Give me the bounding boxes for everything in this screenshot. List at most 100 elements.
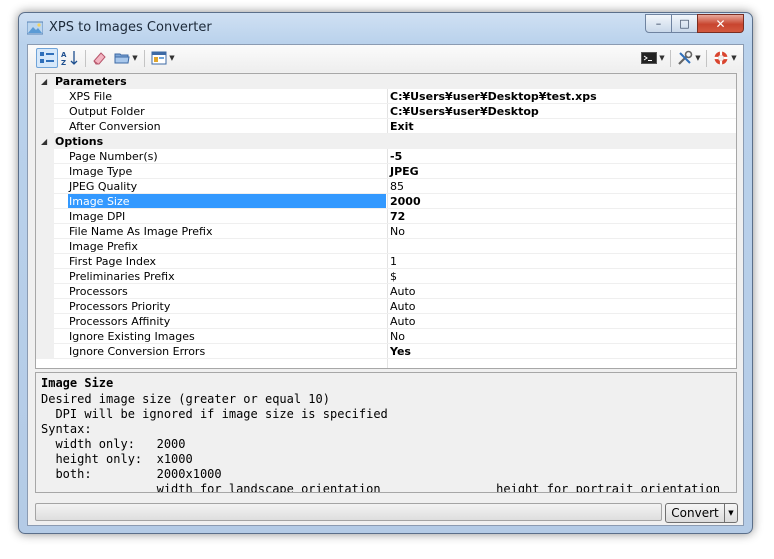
row-gutter — [36, 179, 54, 194]
description-line: width only: 2000 — [41, 437, 186, 451]
property-row[interactable]: File Name As Image Prefix No — [36, 224, 736, 239]
row-gutter — [36, 284, 54, 299]
help-button[interactable]: ▼ — [710, 48, 740, 68]
category-row[interactable]: ◢ Parameters — [36, 74, 736, 89]
sort-alphabetical-button[interactable]: A Z — [60, 48, 80, 68]
property-value[interactable]: 72 — [390, 209, 730, 224]
open-folder-button[interactable]: ▼ — [111, 48, 141, 68]
property-name[interactable]: Image DPI — [68, 209, 386, 224]
property-value[interactable]: Exit — [390, 119, 730, 134]
property-row[interactable]: Ignore Existing Images No — [36, 329, 736, 344]
property-row[interactable]: Processors Priority Auto — [36, 299, 736, 314]
property-row[interactable]: Image Prefix — [36, 239, 736, 254]
property-name[interactable]: Image Type — [68, 164, 386, 179]
property-row[interactable]: Page Number(s) -5 — [36, 149, 736, 164]
eraser-icon — [93, 52, 106, 65]
description-line: Syntax: — [41, 422, 92, 436]
property-name[interactable]: Preliminaries Prefix — [68, 269, 386, 284]
property-row[interactable]: Processors Auto — [36, 284, 736, 299]
property-value[interactable]: 1 — [390, 254, 730, 269]
minimize-icon: – — [655, 17, 662, 30]
window-title: XPS to Images Converter — [49, 20, 212, 35]
property-name[interactable]: After Conversion — [68, 119, 386, 134]
property-row[interactable]: Preliminaries Prefix $ — [36, 269, 736, 284]
convert-button[interactable]: Convert — [665, 503, 725, 523]
property-name[interactable]: Image Size — [68, 194, 386, 209]
console-button[interactable]: ▼ — [638, 48, 668, 68]
property-value[interactable]: Auto — [390, 299, 730, 314]
maximize-button[interactable]: □ — [671, 14, 698, 33]
property-value[interactable]: Auto — [390, 314, 730, 329]
collapse-icon[interactable]: ◢ — [41, 74, 47, 89]
settings-panel-icon — [151, 51, 167, 65]
minimize-button[interactable]: – — [645, 14, 672, 33]
categorized-view-button[interactable] — [36, 48, 58, 68]
property-row[interactable]: Image Size 2000 — [36, 194, 736, 209]
row-gutter — [36, 254, 54, 269]
property-row[interactable]: Processors Affinity Auto — [36, 314, 736, 329]
property-name[interactable]: Ignore Existing Images — [68, 329, 386, 344]
row-gutter — [36, 119, 54, 134]
panel-options-button[interactable]: ▼ — [148, 48, 178, 68]
collapse-icon[interactable]: ◢ — [41, 134, 47, 149]
categorized-view-icon — [40, 52, 54, 63]
row-gutter — [36, 164, 54, 179]
property-value[interactable]: Auto — [390, 284, 730, 299]
client-area: A Z ▼ ▼ ▼ ▼ ▼ ◢ Parameters XPS File C:¥U… — [27, 44, 744, 526]
tools-button[interactable]: ▼ — [674, 48, 704, 68]
toolbar-separator — [85, 50, 86, 67]
row-gutter — [36, 239, 54, 254]
property-row[interactable]: After Conversion Exit — [36, 119, 736, 134]
property-name[interactable]: Processors Priority — [68, 299, 386, 314]
property-value[interactable]: 2000 — [390, 194, 730, 209]
description-text: Desired image size (greater or equal 10)… — [41, 392, 720, 492]
property-row[interactable]: First Page Index 1 — [36, 254, 736, 269]
row-gutter — [36, 224, 54, 239]
clear-button[interactable] — [89, 48, 109, 68]
toolbar-separator — [144, 50, 145, 67]
property-name[interactable]: Processors — [68, 284, 386, 299]
property-value[interactable]: JPEG — [390, 164, 730, 179]
property-name[interactable]: JPEG Quality — [68, 179, 386, 194]
property-value[interactable]: No — [390, 329, 730, 344]
property-name[interactable]: Ignore Conversion Errors — [68, 344, 386, 359]
property-value[interactable]: $ — [390, 269, 730, 284]
chevron-down-icon: ▼ — [659, 54, 665, 62]
property-name[interactable]: XPS File — [68, 89, 386, 104]
description-title: Image Size — [41, 376, 114, 390]
title-bar[interactable]: XPS to Images Converter – □ ✕ — [19, 13, 752, 45]
property-name[interactable]: First Page Index — [68, 254, 386, 269]
row-gutter — [36, 89, 54, 104]
row-gutter — [36, 209, 54, 224]
close-button[interactable]: ✕ — [697, 14, 744, 33]
toolbar-separator — [706, 50, 707, 67]
property-name[interactable]: Image Prefix — [68, 239, 386, 254]
svg-text:A: A — [61, 51, 67, 59]
category-row[interactable]: ◢ Options — [36, 134, 736, 149]
property-value[interactable]: C:¥Users¥user¥Desktop¥test.xps — [390, 89, 730, 104]
property-row[interactable]: Image DPI 72 — [36, 209, 736, 224]
property-name[interactable]: Processors Affinity — [68, 314, 386, 329]
property-value[interactable]: Yes — [390, 344, 730, 359]
convert-dropdown-button[interactable]: ▼ — [724, 503, 738, 523]
property-value[interactable]: -5 — [390, 149, 730, 164]
property-row[interactable]: Output Folder C:¥Users¥user¥Desktop — [36, 104, 736, 119]
property-row[interactable]: JPEG Quality 85 — [36, 179, 736, 194]
property-name[interactable]: Output Folder — [68, 104, 386, 119]
property-name[interactable]: Page Number(s) — [68, 149, 386, 164]
maximize-icon: □ — [679, 17, 690, 30]
row-gutter — [36, 104, 54, 119]
property-name[interactable]: File Name As Image Prefix — [68, 224, 386, 239]
property-grid[interactable]: ◢ Parameters XPS File C:¥Users¥user¥Desktop… — [35, 73, 737, 369]
property-row[interactable]: Image Type JPEG — [36, 164, 736, 179]
property-value[interactable]: 85 — [390, 179, 730, 194]
property-value[interactable] — [390, 239, 730, 254]
help-lifebuoy-icon — [714, 51, 728, 65]
property-value[interactable]: C:¥Users¥user¥Desktop — [390, 104, 730, 119]
row-gutter — [36, 314, 54, 329]
description-line: height only: x1000 — [41, 452, 193, 466]
property-value[interactable]: No — [390, 224, 730, 239]
chevron-down-icon: ▼ — [695, 54, 701, 62]
property-row[interactable]: Ignore Conversion Errors Yes — [36, 344, 736, 359]
property-row[interactable]: XPS File C:¥Users¥user¥Desktop¥test.xps — [36, 89, 736, 104]
